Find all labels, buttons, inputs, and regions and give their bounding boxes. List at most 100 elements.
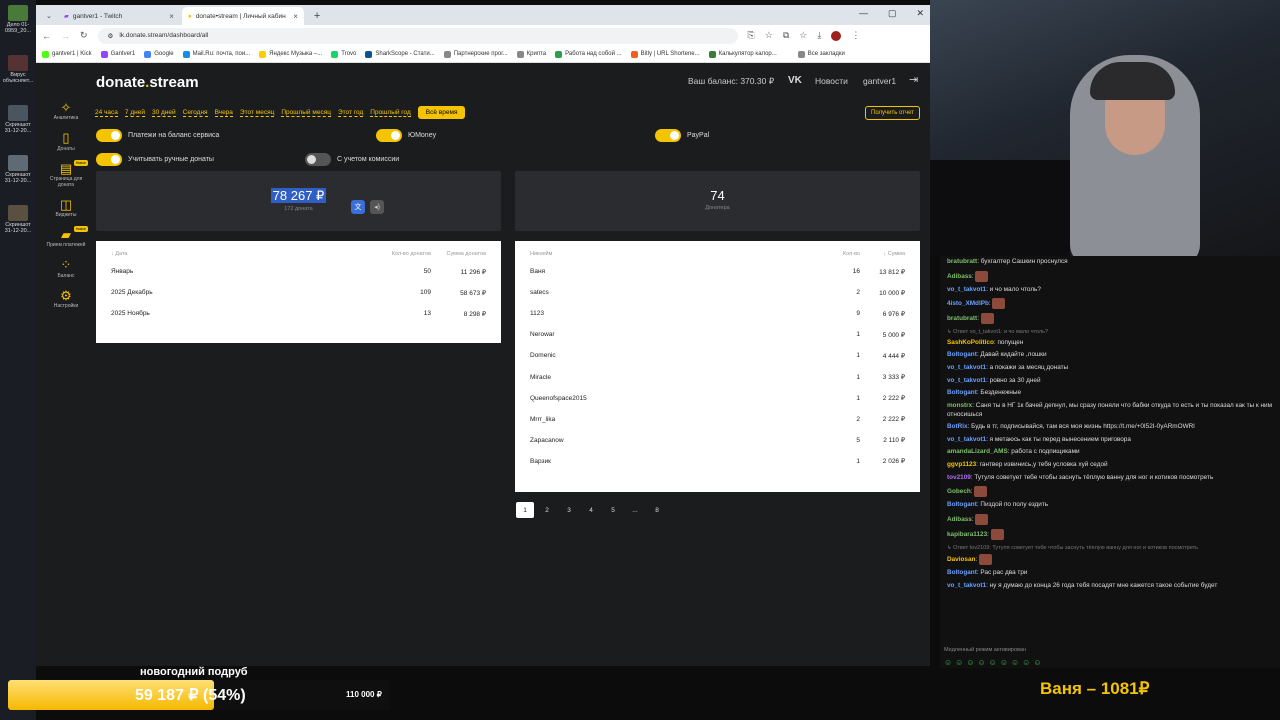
chat-username[interactable]: 4isto_XMdlPb <box>947 300 989 307</box>
chat-username[interactable]: vo_t_takvot1 <box>947 364 986 371</box>
period-option[interactable]: 24 часа <box>95 109 118 117</box>
period-option[interactable]: Сегодня <box>182 109 208 117</box>
chat-username[interactable]: Adibass <box>947 516 972 523</box>
chat-username[interactable]: tov2109 <box>947 474 971 481</box>
news-link[interactable]: Новости <box>815 76 848 86</box>
tab-twitch[interactable]: ▰ gantver1 - Twitch × <box>58 7 180 25</box>
chat-username[interactable]: kapibara1123 <box>947 531 987 538</box>
minimize-icon[interactable]: — <box>859 8 868 19</box>
back-icon[interactable]: ← <box>42 31 51 41</box>
chat-username[interactable]: ggvp1123 <box>947 461 976 468</box>
chat-username[interactable]: Boltogant <box>947 569 977 576</box>
downloads-icon[interactable]: ⤓ <box>817 30 821 41</box>
period-option[interactable]: Прошлый год <box>370 109 411 117</box>
bookmark-item[interactable]: Google <box>144 50 174 58</box>
period-option[interactable]: Вчера <box>214 109 233 117</box>
bookmark-item[interactable]: SharkScope - Стати... <box>365 50 435 58</box>
sidebar-item[interactable]: ✧ Аналитика <box>44 100 88 121</box>
period-option[interactable]: Этот год <box>337 109 364 117</box>
site-logo[interactable]: donate.stream <box>96 74 199 91</box>
bookmark-item[interactable]: gantver1 | Kick <box>42 50 92 58</box>
chat-username[interactable]: Daviosan <box>947 557 975 564</box>
page-button[interactable]: 5 <box>604 502 622 518</box>
chat-username[interactable]: SashKoPolitico <box>947 339 994 346</box>
toggle-switch[interactable] <box>305 153 331 166</box>
menu-icon[interactable]: ⋮ <box>851 30 860 41</box>
speaker-icon[interactable]: ◂) <box>370 200 384 214</box>
desktop-icon[interactable]: Скриншот 31-12-20... <box>2 155 34 184</box>
toggle-switch[interactable] <box>96 153 122 166</box>
bookmark-item[interactable]: Яндекс Музыка –... <box>259 50 322 58</box>
logout-icon[interactable]: ⇥ <box>909 73 918 86</box>
sidebar-item[interactable]: ◫ Виджеты <box>44 197 88 218</box>
sidebar-item[interactable]: ▯ Донаты <box>44 130 88 151</box>
chat-username[interactable]: vo_t_takvot1 <box>947 582 986 589</box>
translate-icon[interactable]: 文 <box>351 200 365 214</box>
column-header-date[interactable]: ↓ Дата <box>111 251 371 257</box>
chat-username[interactable]: monstrx <box>947 402 972 409</box>
page-button[interactable]: 1 <box>516 502 534 518</box>
chat-username[interactable]: Gobech <box>947 489 971 496</box>
bookmark-star-icon[interactable]: ☆ <box>765 30 773 41</box>
site-info-icon[interactable]: ⚙ <box>108 32 114 40</box>
period-option[interactable]: Этот месяц <box>239 109 275 117</box>
url-bar[interactable]: ⚙ lk.donate.stream/dashboard/all <box>97 27 738 44</box>
chat-username[interactable]: Boltogant <box>947 389 977 396</box>
translate-icon[interactable]: ⎘ <box>748 30 755 41</box>
desktop-icon[interactable]: Вирус объясняет... <box>2 55 34 84</box>
forward-icon[interactable]: → <box>61 31 70 41</box>
chat-username[interactable]: Boltogant <box>947 501 977 508</box>
period-option[interactable]: Всё время <box>417 106 466 119</box>
page-button[interactable]: 8 <box>648 502 666 518</box>
page-button[interactable]: 2 <box>538 502 556 518</box>
bookmark-item[interactable]: Mail.Ru: почта, пои... <box>182 50 250 58</box>
column-header-sum[interactable]: Сумма донатов <box>431 251 487 257</box>
column-header-nickname[interactable]: Никнейм <box>530 251 830 257</box>
bookmark-item[interactable]: Крипта <box>516 50 546 58</box>
chat-username[interactable]: vo_t_takvot1 <box>947 377 986 384</box>
bookmark-item[interactable]: Калькулятор калор... <box>708 50 777 58</box>
toggle-switch[interactable] <box>96 129 122 142</box>
bookmarks-icon[interactable]: ☆ <box>799 30 807 41</box>
sidebar-item[interactable]: ⚙ Настройки <box>44 288 88 309</box>
bookmark-item[interactable]: Работа над собой ... <box>555 50 622 58</box>
bookmark-item[interactable]: Bitly | URL Shortene... <box>630 50 700 58</box>
emote-bar[interactable]: ☺☺☺☺☺☺☺☺☺ <box>944 658 1045 667</box>
new-tab-button[interactable]: + <box>306 10 328 25</box>
toggle-switch[interactable] <box>655 129 681 142</box>
column-header-count[interactable]: Кол-во <box>830 251 860 257</box>
toggle-switch[interactable] <box>376 129 402 142</box>
sidebar-item[interactable]: ▤ Страница для доната Новое <box>44 159 88 188</box>
period-option[interactable]: 7 дней <box>124 109 145 117</box>
toggle-balance-payments[interactable]: Платежи на баланс сервиса <box>96 129 219 142</box>
desktop-icon[interactable]: Скриншот 31-12-20... <box>2 105 34 134</box>
period-option[interactable]: Прошлый месяц <box>281 109 331 117</box>
bookmark-item[interactable]: Trovo <box>331 50 356 58</box>
vk-icon[interactable]: VK <box>788 75 802 86</box>
chat-username[interactable]: bratubratt <box>947 315 977 322</box>
toggle-paypal[interactable]: PayPal <box>655 129 709 142</box>
chat-username[interactable]: Boltogant <box>947 351 977 358</box>
close-icon[interactable]: × <box>293 12 298 21</box>
username-link[interactable]: gantver1 <box>863 76 896 86</box>
column-header-count[interactable]: Кол-во донатов <box>371 251 431 257</box>
sidebar-item[interactable]: ▰ Прием платежей Новое <box>44 226 88 248</box>
chat-username[interactable]: vo_t_takvot1 <box>947 286 986 293</box>
sidebar-item[interactable]: ⁘ Баланс <box>44 258 88 279</box>
bookmark-item[interactable]: Gantver1 <box>100 50 135 58</box>
bookmark-item[interactable]: Партнерские прог... <box>443 50 508 58</box>
desktop-icon[interactable]: Скриншот 31-12-20... <box>2 205 34 234</box>
toggle-commission[interactable]: С учетом комиссии <box>305 153 399 166</box>
chat-username[interactable]: BotRix <box>947 423 968 430</box>
bookmark-item[interactable]: Все закладки <box>797 50 845 58</box>
tab-donate-stream[interactable]: ● donate•stream | Личный кабин × <box>181 7 304 25</box>
chat-username[interactable]: Adibass <box>947 273 972 280</box>
desktop-icon[interactable]: Дело 01-0959_20... <box>2 5 34 34</box>
chat-username[interactable]: bratubratt <box>947 258 977 265</box>
close-icon[interactable]: × <box>169 12 174 21</box>
extensions-icon[interactable]: ⧉ <box>783 30 789 41</box>
toggle-yoomoney[interactable]: ЮMoney <box>376 129 436 142</box>
chat-username[interactable]: vo_t_takvot1 <box>947 436 986 443</box>
reload-icon[interactable]: ↻ <box>80 30 88 41</box>
tab-search-icon[interactable]: ⌄ <box>40 12 58 25</box>
